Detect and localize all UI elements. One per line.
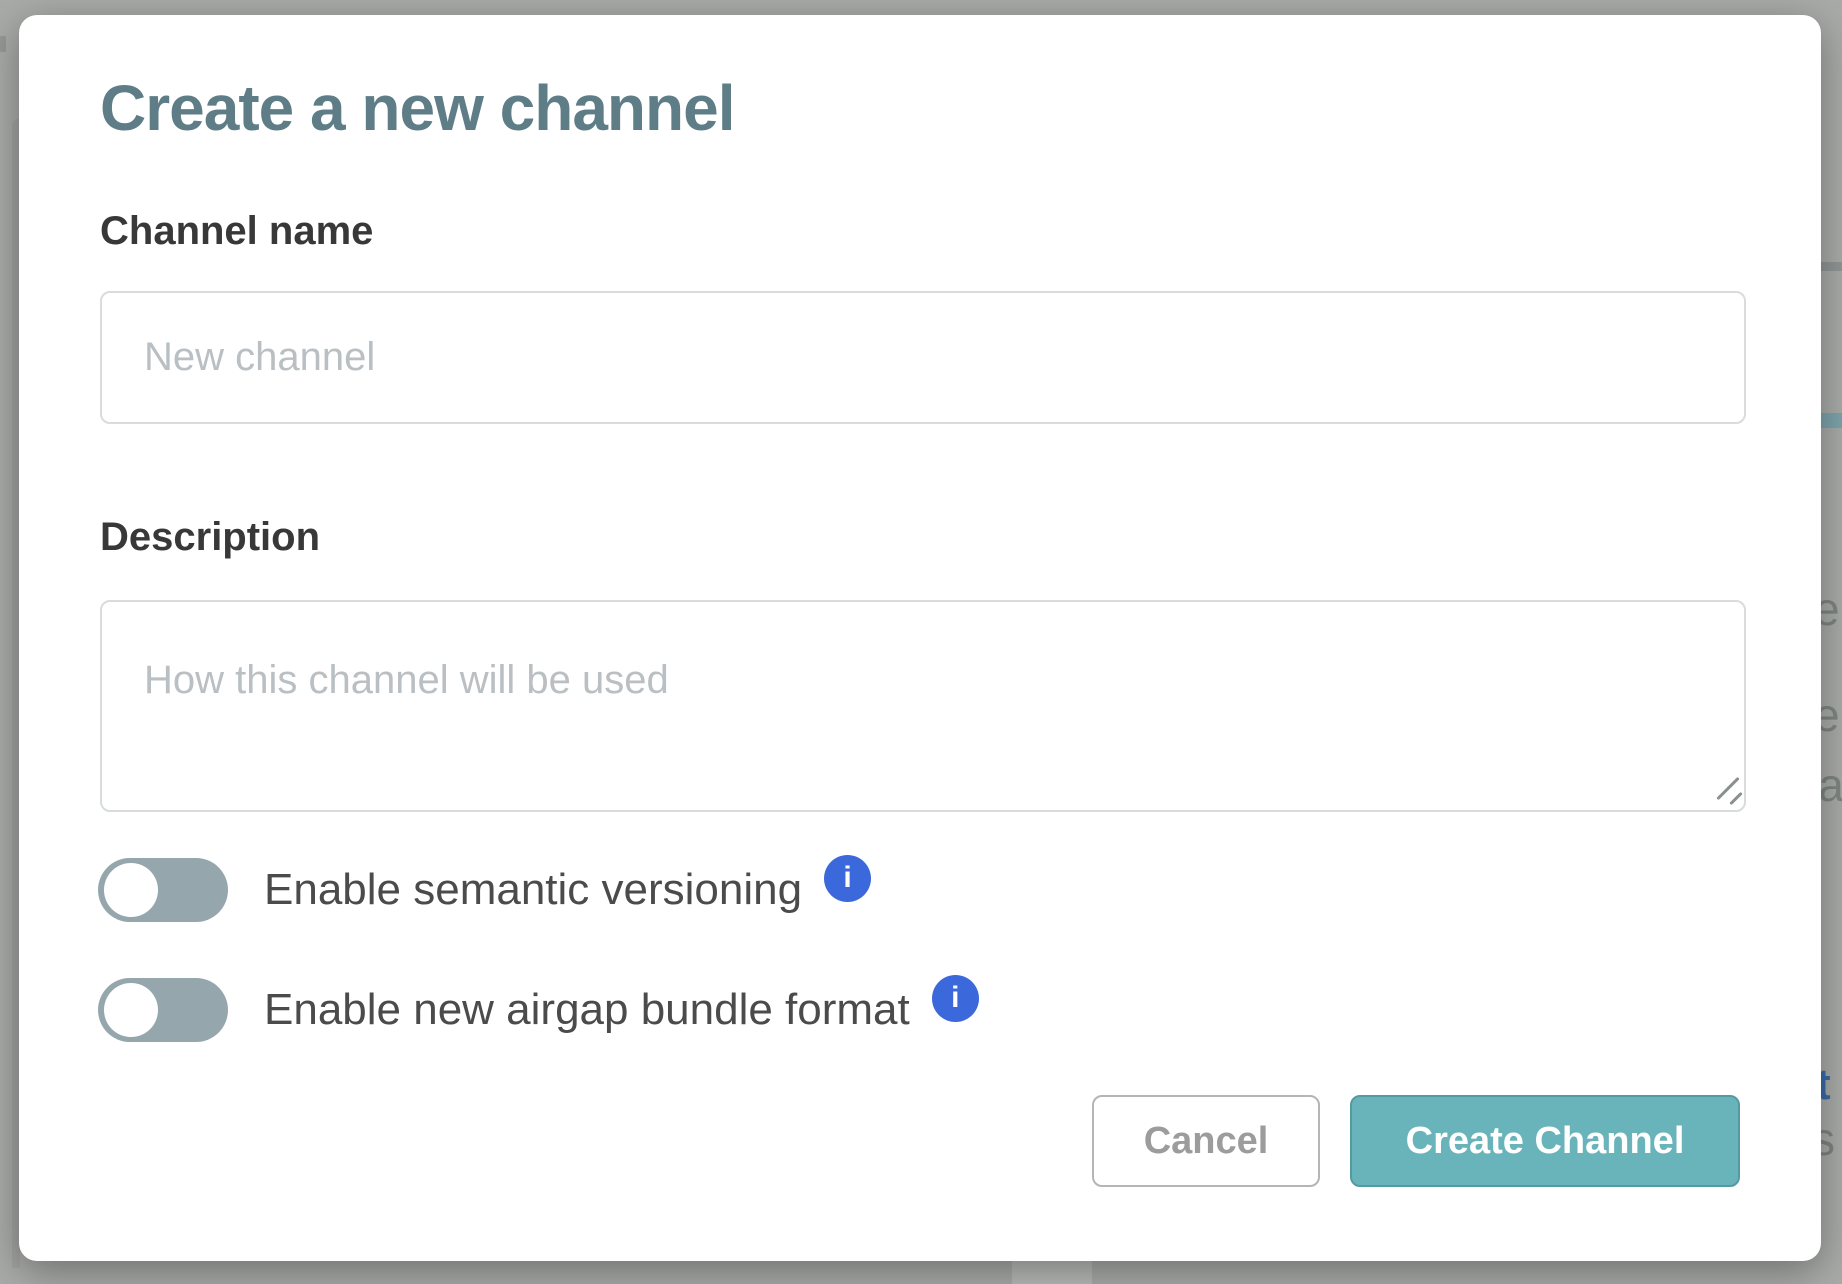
airgap-format-label: Enable new airgap bundle format xyxy=(264,985,910,1035)
toggle-knob xyxy=(104,863,158,917)
description-textarea[interactable] xyxy=(100,600,1746,812)
channel-name-input[interactable] xyxy=(100,291,1746,424)
channel-name-label: Channel name xyxy=(100,209,373,254)
create-channel-dialog: Create a new channel Channel name Descri… xyxy=(19,15,1821,1261)
dialog-title: Create a new channel xyxy=(100,71,734,145)
background-teal-bar-fragment xyxy=(1820,413,1842,428)
toggle-knob xyxy=(104,983,158,1037)
info-icon[interactable]: i xyxy=(824,855,871,902)
background-strip-fragment xyxy=(1012,1261,1092,1284)
semantic-versioning-row: Enable semantic versioning i xyxy=(98,858,871,922)
description-label: Description xyxy=(100,515,320,560)
dialog-footer: Cancel Create Channel xyxy=(1092,1095,1740,1187)
create-channel-button[interactable]: Create Channel xyxy=(1350,1095,1740,1187)
background-divider-fragment xyxy=(1820,262,1842,271)
info-icon[interactable]: i xyxy=(932,975,979,1022)
semantic-versioning-toggle[interactable] xyxy=(98,858,228,922)
airgap-format-row: Enable new airgap bundle format i xyxy=(98,978,979,1042)
background-notch-fragment xyxy=(0,36,6,52)
semantic-versioning-label: Enable semantic versioning xyxy=(264,865,802,915)
textarea-resize-handle[interactable] xyxy=(1709,771,1743,805)
cancel-button[interactable]: Cancel xyxy=(1092,1095,1320,1187)
airgap-format-toggle[interactable] xyxy=(98,978,228,1042)
